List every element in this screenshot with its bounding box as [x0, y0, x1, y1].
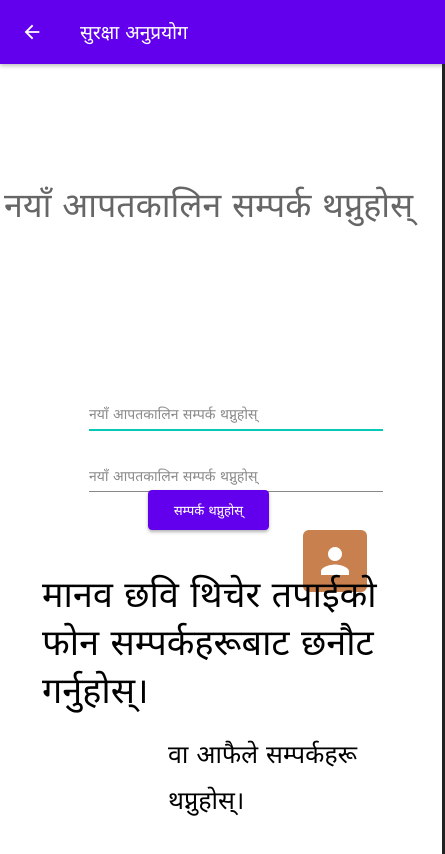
app-title: सुरक्षा अनुप्रयोग [80, 22, 188, 44]
pick-contact-instruction: मानव छवि थिचेर तपाईको फोन सम्पर्कहरूबाट … [42, 575, 377, 712]
manual-add-instruction: वा आफैले सम्पर्कहरू थप्नुहोस्। [168, 740, 358, 815]
app-bar: सुरक्षा अनुप्रयोग [0, 0, 445, 64]
back-button[interactable] [12, 12, 52, 52]
arrow-left-icon [24, 24, 40, 40]
contact-number-field[interactable] [89, 463, 383, 492]
add-contact-button[interactable]: सम्पर्क थप्नुहोस् [148, 490, 269, 530]
contact-name-field[interactable] [89, 401, 383, 431]
page-heading: नयाँ आपतकालिन सम्पर्क थप्नुहोस् [4, 186, 414, 226]
